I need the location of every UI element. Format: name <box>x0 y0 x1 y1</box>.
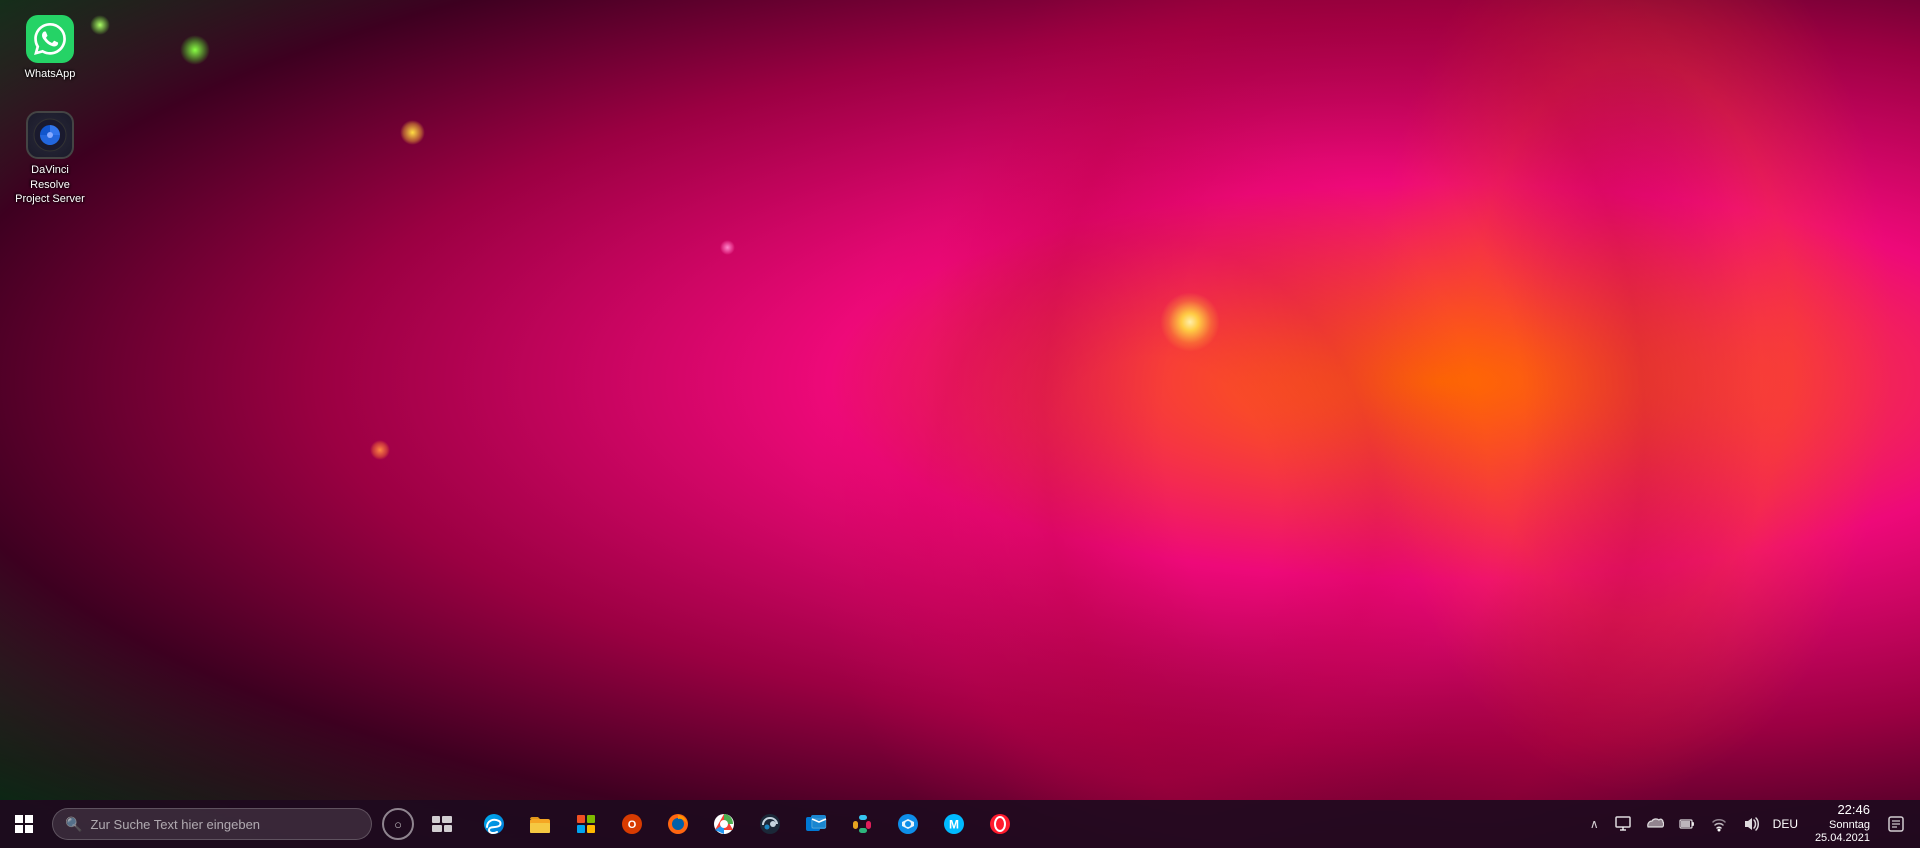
outlook-icon <box>804 812 828 836</box>
taskbar-app-teamviewer[interactable] <box>886 802 930 846</box>
desktop-icon-davinci[interactable]: DaVinci Resolve Project Server <box>10 106 90 211</box>
chrome-icon <box>712 812 736 836</box>
taskbar-app-store[interactable] <box>564 802 608 846</box>
tray-volume-icon[interactable] <box>1737 810 1765 838</box>
chevron-up-icon: ∧ <box>1590 817 1599 831</box>
taskbar-app-slack[interactable] <box>840 802 884 846</box>
screen-icon <box>1615 816 1631 832</box>
start-button[interactable] <box>0 800 48 848</box>
search-bar[interactable]: 🔍 Zur Suche Text hier eingeben <box>52 808 372 840</box>
system-tray: ∧ <box>1576 802 1920 846</box>
clock-area[interactable]: 22:46 Sonntag 25.04.2021 <box>1806 802 1876 845</box>
taskbar-app-firefox[interactable] <box>656 802 700 846</box>
taskbar-app-office[interactable]: O <box>610 802 654 846</box>
taskbar-app-chrome[interactable] <box>702 802 746 846</box>
cortana-icon: ○ <box>394 817 402 832</box>
davinci-label-line2: Project Server <box>15 192 85 206</box>
show-hidden-icons-button[interactable]: ∧ <box>1584 813 1605 835</box>
desktop-icon-whatsapp[interactable]: WhatsApp <box>10 10 90 86</box>
clock-time: 22:46 <box>1837 802 1870 819</box>
windows-logo-icon <box>15 815 33 833</box>
taskbar: 🔍 Zur Suche Text hier eingeben ○ <box>0 800 1920 848</box>
office-icon: O <box>620 812 644 836</box>
volume-icon <box>1742 816 1760 832</box>
whatsapp-icon <box>26 15 74 63</box>
davinci-label-line1: DaVinci Resolve <box>15 163 85 192</box>
tray-battery-icon[interactable] <box>1673 810 1701 838</box>
tray-onedrive-icon[interactable] <box>1641 810 1669 838</box>
taskbar-app-explorer[interactable] <box>518 802 562 846</box>
malwarebytes-icon: M <box>942 812 966 836</box>
search-input[interactable]: Zur Suche Text hier eingeben <box>90 817 359 832</box>
language-indicator[interactable]: DEU <box>1769 817 1802 831</box>
notification-icon <box>1888 816 1904 832</box>
firefox-icon <box>666 812 690 836</box>
svg-text:O: O <box>628 819 637 831</box>
opera-icon <box>988 812 1012 836</box>
cortana-button[interactable]: ○ <box>382 808 414 840</box>
clock-date: 25.04.2021 <box>1815 832 1870 845</box>
store-icon <box>574 812 598 836</box>
taskbar-app-opera[interactable] <box>978 802 1022 846</box>
taskbar-app-edge[interactable] <box>472 802 516 846</box>
desktop-icons: WhatsApp DaVinci Resolve Proje <box>10 10 90 211</box>
davinci-icon <box>26 111 74 159</box>
taskbar-app-steam[interactable] <box>748 802 792 846</box>
teamviewer-icon <box>896 812 920 836</box>
tray-screen-icon[interactable] <box>1609 810 1637 838</box>
slack-icon <box>850 812 874 836</box>
clock-day: Sonntag <box>1829 819 1870 832</box>
explorer-icon <box>528 812 552 836</box>
notification-button[interactable] <box>1880 802 1912 846</box>
edge-icon <box>482 812 506 836</box>
tray-network-icon[interactable] <box>1705 810 1733 838</box>
onedrive-icon <box>1646 817 1664 831</box>
steam-icon <box>758 812 782 836</box>
whatsapp-label: WhatsApp <box>25 67 76 81</box>
pinned-apps: O <box>472 802 1568 846</box>
battery-icon <box>1679 816 1695 832</box>
language-label: DEU <box>1773 817 1798 831</box>
petal-layer <box>0 0 1920 848</box>
svg-text:M: M <box>949 818 959 832</box>
network-icon <box>1711 816 1727 832</box>
search-icon: 🔍 <box>65 816 82 833</box>
desktop: WhatsApp DaVinci Resolve Proje <box>0 0 1920 848</box>
task-view-icon <box>432 816 452 832</box>
taskbar-app-malwarebytes[interactable]: M <box>932 802 976 846</box>
task-view-button[interactable] <box>424 806 460 842</box>
taskbar-app-outlook[interactable] <box>794 802 838 846</box>
